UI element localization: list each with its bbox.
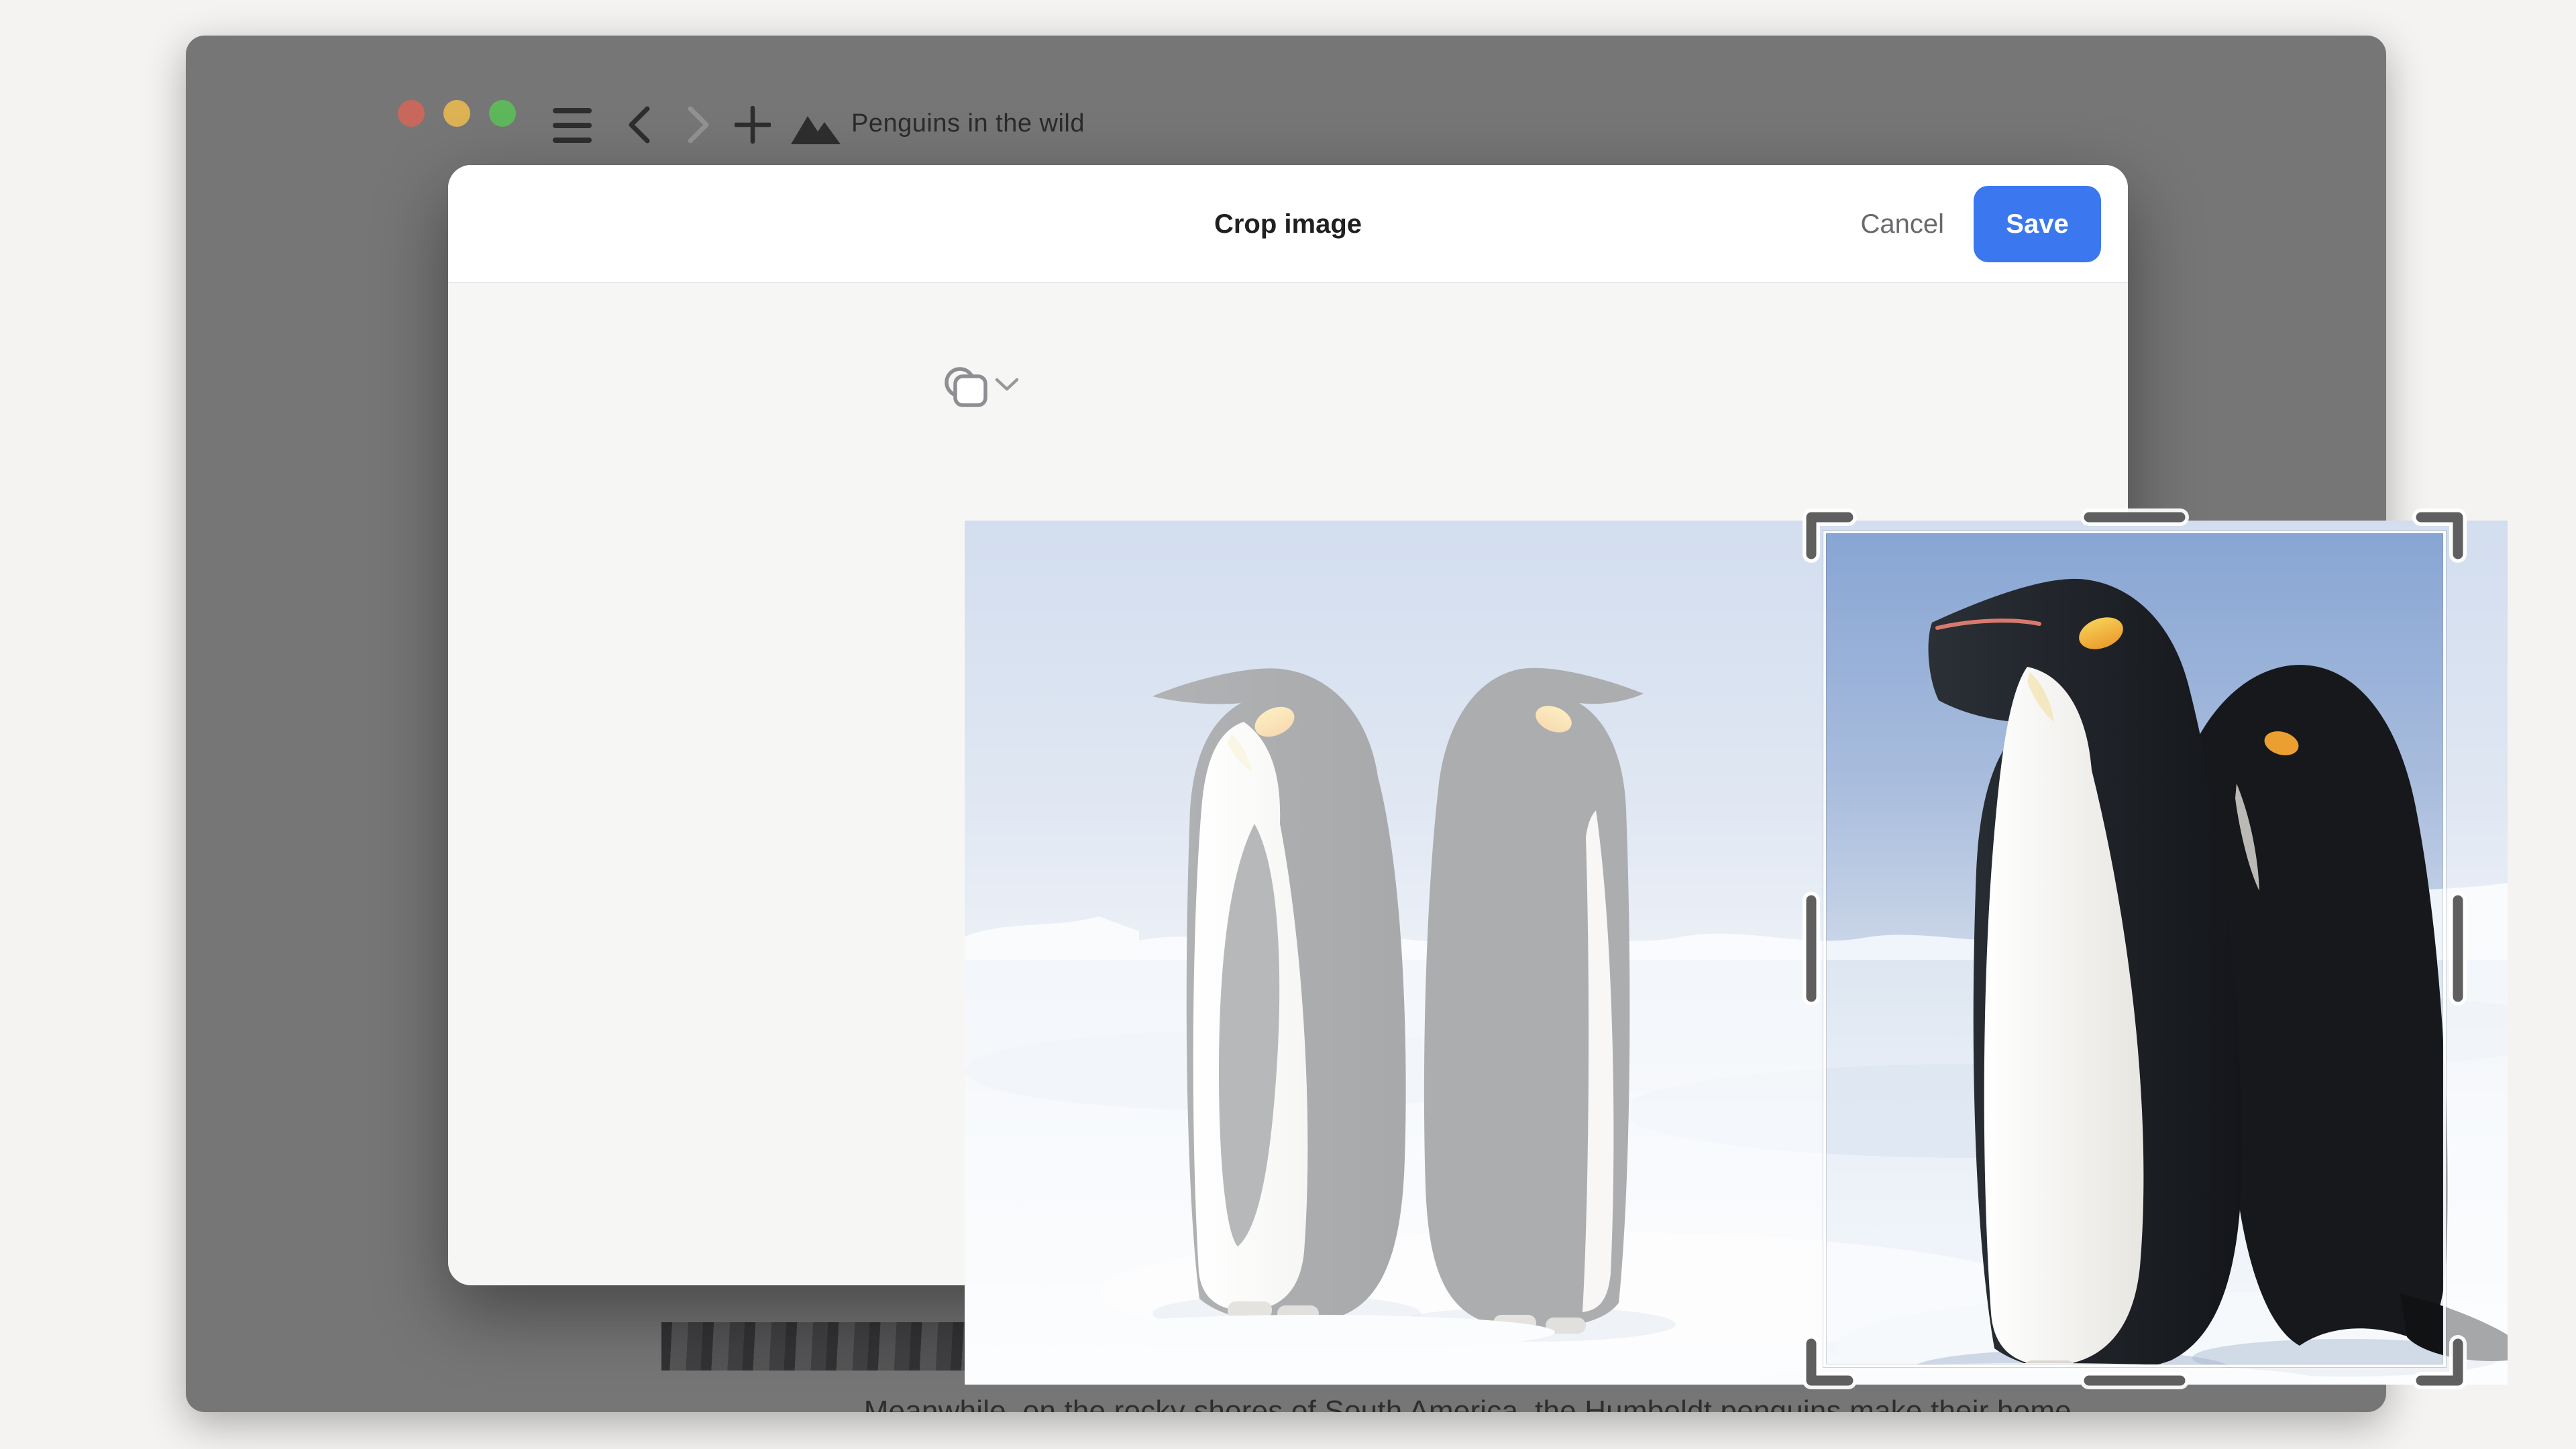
aspect-ratio-button[interactable] — [942, 364, 1029, 408]
back-icon[interactable] — [623, 105, 654, 144]
screen: { "colors": { "page_bg": "#f4f3f1", "dim… — [0, 0, 2576, 1449]
document-title[interactable]: Penguins in the wild — [851, 109, 1085, 138]
forward-icon[interactable] — [684, 105, 714, 144]
aspect-ratio-shapes-icon — [947, 369, 985, 405]
save-button[interactable]: Save — [1974, 186, 2101, 262]
menu-icon[interactable] — [552, 105, 592, 146]
minimize-traffic-light[interactable] — [443, 100, 470, 127]
cancel-button[interactable]: Cancel — [1860, 209, 1944, 239]
add-icon[interactable] — [735, 105, 771, 144]
mountains-doc-icon — [790, 111, 842, 146]
zoom-traffic-light[interactable] — [489, 100, 516, 127]
photo-stage — [965, 521, 2508, 1385]
crop-image-modal: Crop image Cancel Save — [448, 165, 2128, 1285]
crop-handles — [938, 494, 2534, 1411]
close-traffic-light[interactable] — [398, 100, 425, 127]
chevron-down-icon — [997, 380, 1017, 389]
